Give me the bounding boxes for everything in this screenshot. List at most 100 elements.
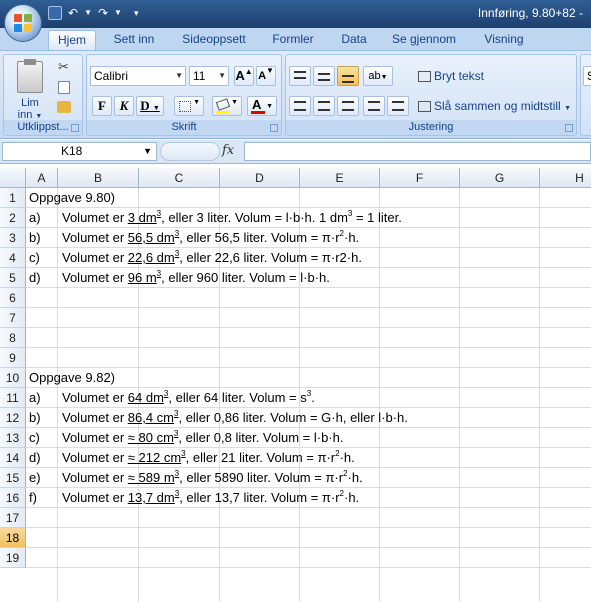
increase-indent-icon[interactable] bbox=[387, 96, 409, 116]
align-left-icon[interactable] bbox=[289, 96, 311, 116]
cell-a5[interactable]: d) bbox=[29, 268, 41, 288]
cell-a3[interactable]: b) bbox=[29, 228, 41, 248]
align-top-icon[interactable] bbox=[289, 66, 311, 86]
cell-a2[interactable]: a) bbox=[29, 208, 41, 228]
cell-a12[interactable]: b) bbox=[29, 408, 41, 428]
paste-button[interactable]: Lim inn ▼ bbox=[10, 59, 50, 121]
row-header-16[interactable]: 16 bbox=[0, 488, 26, 508]
cell-a15[interactable]: e) bbox=[29, 468, 41, 488]
decrease-indent-icon[interactable] bbox=[363, 96, 385, 116]
select-all-corner[interactable] bbox=[0, 168, 26, 188]
row-header-14[interactable]: 14 bbox=[0, 448, 26, 468]
row-header-8[interactable]: 8 bbox=[0, 328, 26, 348]
row-header-12[interactable]: 12 bbox=[0, 408, 26, 428]
row-header-18[interactable]: 18 bbox=[0, 528, 26, 548]
column-header-c[interactable]: C bbox=[139, 168, 220, 188]
name-box[interactable]: K18 ▼ bbox=[2, 142, 157, 161]
column-header-d[interactable]: D bbox=[220, 168, 300, 188]
name-box-dropdown-icon[interactable]: ▼ bbox=[143, 143, 152, 160]
cell-b2[interactable]: Volumet er 3 dm3, eller 3 liter. Volum =… bbox=[62, 208, 402, 228]
cell-a16[interactable]: f) bbox=[29, 488, 37, 508]
alignment-launcher-icon[interactable] bbox=[565, 124, 573, 132]
format-painter-icon[interactable] bbox=[57, 101, 71, 113]
border-button[interactable]: ▼ bbox=[174, 96, 204, 116]
cell-a1[interactable]: Oppgave 9.80) bbox=[29, 188, 115, 208]
column-header-g[interactable]: G bbox=[460, 168, 540, 188]
redo-dropdown-icon[interactable]: ▼ bbox=[114, 5, 122, 21]
office-button[interactable] bbox=[4, 4, 42, 42]
formula-input[interactable] bbox=[244, 142, 591, 161]
undo-icon[interactable]: ↶ bbox=[68, 5, 78, 21]
shrink-font-button[interactable]: A▼ bbox=[256, 66, 276, 86]
align-bottom-icon[interactable] bbox=[337, 66, 359, 86]
wrap-text-button[interactable]: Bryt tekst bbox=[418, 67, 484, 85]
font-launcher-icon[interactable] bbox=[270, 124, 278, 132]
row-header-15[interactable]: 15 bbox=[0, 468, 26, 488]
clipboard-launcher-icon[interactable] bbox=[71, 124, 79, 132]
row-header-19[interactable]: 19 bbox=[0, 548, 26, 568]
spreadsheet-grid[interactable]: A B C D E F G H 1 Oppgave 9.80) 2 a) Volumet er 3 dm… bbox=[0, 168, 591, 602]
tab-se-gjennom[interactable]: Se gjennom bbox=[385, 30, 463, 50]
cell-b11[interactable]: Volumet er 64 dm3, eller 64 liter. Volum… bbox=[62, 388, 315, 408]
fx-icon[interactable]: fx bbox=[222, 143, 234, 158]
cell-b13[interactable]: Volumet er ≈ 80 cm3, eller 0,8 liter. Vo… bbox=[62, 428, 343, 448]
cell-a11[interactable]: a) bbox=[29, 388, 41, 408]
grow-font-button[interactable]: A▲ bbox=[234, 66, 254, 86]
copy-icon[interactable] bbox=[58, 81, 70, 94]
tab-sett-inn[interactable]: Sett inn bbox=[104, 30, 164, 50]
cell-a13[interactable]: c) bbox=[29, 428, 40, 448]
cell-a14[interactable]: d) bbox=[29, 448, 41, 468]
row-header-4[interactable]: 4 bbox=[0, 248, 26, 268]
save-icon[interactable] bbox=[48, 6, 62, 20]
column-header-b[interactable]: B bbox=[58, 168, 139, 188]
row-header-1[interactable]: 1 bbox=[0, 188, 26, 208]
row-header-9[interactable]: 9 bbox=[0, 348, 26, 368]
row-header-2[interactable]: 2 bbox=[0, 208, 26, 228]
row-header-6[interactable]: 6 bbox=[0, 288, 26, 308]
cut-icon[interactable]: ✂ bbox=[58, 59, 69, 75]
font-color-button[interactable]: A ▼ bbox=[247, 96, 277, 116]
row-header-3[interactable]: 3 bbox=[0, 228, 26, 248]
column-header-a[interactable]: A bbox=[26, 168, 58, 188]
font-size-combo[interactable]: 11 ▼ bbox=[189, 66, 229, 86]
number-format-combo[interactable]: S bbox=[583, 66, 591, 86]
merge-dropdown-icon[interactable]: ▼ bbox=[564, 105, 571, 112]
align-right-icon[interactable] bbox=[337, 96, 359, 116]
row-header-5[interactable]: 5 bbox=[0, 268, 26, 288]
font-name-dropdown-icon[interactable]: ▼ bbox=[175, 67, 183, 85]
bold-button[interactable]: F bbox=[92, 96, 112, 116]
align-center-icon[interactable] bbox=[313, 96, 335, 116]
cell-b12[interactable]: Volumet er 86,4 cm3, eller 0,86 liter. V… bbox=[62, 408, 408, 428]
cell-a10[interactable]: Oppgave 9.82) bbox=[29, 368, 115, 388]
font-name-combo[interactable]: Calibri ▼ bbox=[90, 66, 186, 86]
tab-data[interactable]: Data bbox=[333, 30, 375, 50]
cell-b3[interactable]: Volumet er 56,5 dm3, eller 56,5 liter. V… bbox=[62, 228, 359, 248]
font-size-dropdown-icon[interactable]: ▼ bbox=[218, 67, 226, 85]
orientation-icon[interactable]: ab▼ bbox=[363, 66, 393, 86]
merge-center-button[interactable]: Slå sammen og midtstill ▼ bbox=[418, 97, 571, 115]
column-header-f[interactable]: F bbox=[380, 168, 460, 188]
cell-a4[interactable]: c) bbox=[29, 248, 40, 268]
column-header-e[interactable]: E bbox=[300, 168, 380, 188]
cell-b14[interactable]: Volumet er ≈ 212 cm3, eller 21 liter. Vo… bbox=[62, 448, 355, 468]
italic-button[interactable]: K bbox=[114, 96, 134, 116]
column-header-h[interactable]: H bbox=[540, 168, 591, 188]
tab-formler[interactable]: Formler bbox=[263, 30, 323, 50]
row-header-11[interactable]: 11 bbox=[0, 388, 26, 408]
tab-visning[interactable]: Visning bbox=[474, 30, 534, 50]
row-header-13[interactable]: 13 bbox=[0, 428, 26, 448]
undo-dropdown-icon[interactable]: ▼ bbox=[84, 5, 92, 21]
row-header-10[interactable]: 10 bbox=[0, 368, 26, 388]
redo-icon[interactable]: ↷ bbox=[98, 5, 108, 21]
tab-hjem[interactable]: Hjem bbox=[48, 30, 96, 50]
fill-color-button[interactable]: ▼ bbox=[212, 96, 242, 116]
cell-b15[interactable]: Volumet er ≈ 589 m3, eller 5890 liter. V… bbox=[62, 468, 363, 488]
cell-b16[interactable]: Volumet er 13,7 dm3, eller 13,7 liter. V… bbox=[62, 488, 359, 508]
underline-button[interactable]: D ▼ bbox=[136, 96, 164, 116]
cell-b5[interactable]: Volumet er 96 m3, eller 960 liter. Volum… bbox=[62, 268, 330, 288]
customize-qat-icon[interactable]: ▾ bbox=[134, 5, 139, 21]
row-header-17[interactable]: 17 bbox=[0, 508, 26, 528]
align-middle-icon[interactable] bbox=[313, 66, 335, 86]
row-header-7[interactable]: 7 bbox=[0, 308, 26, 328]
tab-sideoppsett[interactable]: Sideoppsett bbox=[174, 30, 254, 50]
